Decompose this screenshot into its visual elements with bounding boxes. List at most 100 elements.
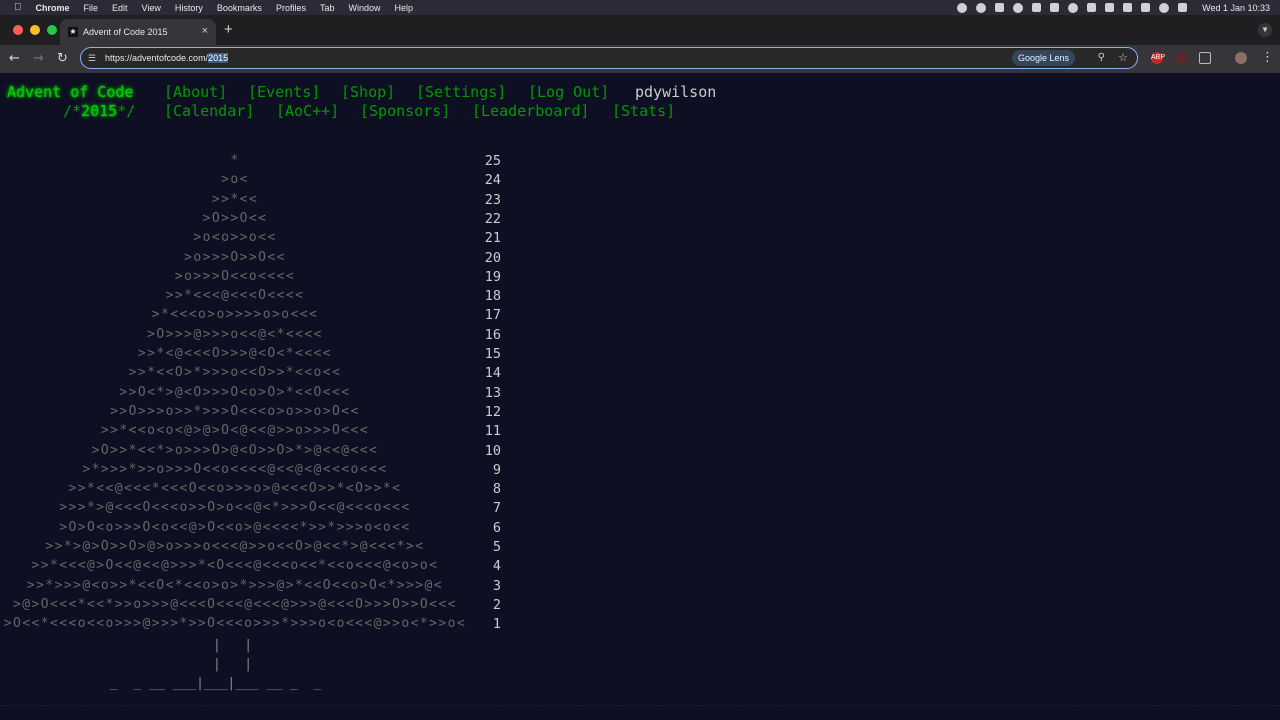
control-center-icon[interactable]: [1178, 3, 1188, 12]
aoc-page: Advent of Code /*2015*/ [About] [Events]…: [0, 73, 1280, 720]
nav-sponsors[interactable]: [Sponsors]: [360, 102, 450, 120]
minimize-window-icon[interactable]: [30, 25, 40, 35]
more-menu-icon[interactable]: ⋮: [1261, 50, 1274, 65]
mute-icon[interactable]: [1105, 3, 1115, 12]
nav-aocpp[interactable]: [AoC++]: [276, 102, 339, 120]
tree-ornament-art: >>*<<<@<<<O<<<<: [165, 288, 305, 304]
url-prefix: https://adventofcode.com/: [105, 53, 209, 63]
tree-trunk-2: | |: [213, 657, 253, 672]
menu-help[interactable]: Help: [394, 3, 413, 13]
tab-strip: ★ Advent of Code 2015 × + ▼: [0, 15, 1280, 45]
tree-ground: _ _ __ ___|___|___ __ _ _: [110, 676, 322, 691]
day-number: 20: [484, 249, 501, 266]
day-number: 15: [484, 346, 501, 362]
grid-icon[interactable]: [1050, 3, 1060, 12]
menu-tab[interactable]: Tab: [320, 3, 335, 13]
nav-stats[interactable]: [Stats]: [612, 102, 675, 120]
address-bar[interactable]: ☰ https://adventofcode.com/2015 Google L…: [80, 47, 1138, 69]
menu-view[interactable]: View: [142, 3, 161, 13]
close-tab-icon[interactable]: ×: [202, 25, 208, 37]
play-icon[interactable]: [1013, 2, 1024, 13]
username-text: pdywilson: [635, 83, 717, 101]
day-number: 22: [484, 210, 501, 227]
reload-icon[interactable]: ↻: [57, 51, 68, 66]
day-number: 19: [484, 268, 501, 285]
tab-search-chevron-icon[interactable]: ▼: [1258, 23, 1272, 37]
day-number: 12: [484, 403, 501, 420]
menu-edit[interactable]: Edit: [112, 3, 128, 13]
profile-avatar[interactable]: [1235, 52, 1247, 64]
spotlight-icon[interactable]: [1159, 2, 1170, 13]
day-number: 10: [484, 442, 501, 459]
new-tab-button[interactable]: +: [224, 21, 233, 38]
bookmark-star-icon[interactable]: ☆: [1118, 51, 1128, 64]
download-icon[interactable]: [995, 3, 1005, 12]
tree-ornament-art: >>*<<<@>O<<@<<@>>>*<O<<<@<<<o<<*<<o<<<@<…: [31, 558, 439, 574]
menu-bookmarks[interactable]: Bookmarks: [217, 3, 262, 13]
one-icon[interactable]: [1032, 3, 1042, 12]
tree-ornament-art: >>O>>>o>>*>>>O<<<o>o>>o>O<<: [110, 403, 360, 419]
day-number: 5: [492, 539, 501, 555]
site-settings-icon[interactable]: ☰: [88, 53, 96, 64]
day-number: 14: [484, 365, 501, 382]
info-icon[interactable]: [1068, 2, 1079, 13]
tree-ornament-art: >>*>@>O>>O>@>o>>>o<<<@>>o<<O>@<<*>@<<<*>…: [45, 539, 425, 554]
day-number: 24: [484, 172, 501, 189]
extension-icon[interactable]: [1175, 52, 1187, 64]
aoc-favicon-icon: ★: [68, 27, 78, 37]
day-number: 4: [492, 558, 501, 575]
year-prefix: /*: [63, 102, 82, 120]
menu-history[interactable]: History: [175, 3, 203, 13]
nav-about[interactable]: [About]: [164, 83, 227, 101]
username: pdywilson: [635, 83, 716, 101]
status-icons: Wed 1 Jan 10:33: [957, 0, 1270, 15]
day-number: 23: [484, 191, 501, 208]
site-title[interactable]: Advent of Code: [7, 83, 133, 101]
tree-ornament-art: >O<<*<<<o<<o>>>@>>>*>>O<<<o>>>*>>>o<o<<<…: [3, 616, 467, 632]
menu-file[interactable]: File: [84, 3, 99, 13]
url-selection: 2015: [208, 53, 229, 63]
ground-line: [0, 705, 1280, 707]
event-year[interactable]: /*2015*/: [63, 102, 135, 120]
nav-events[interactable]: [Events]: [248, 83, 320, 101]
menu-profiles[interactable]: Profiles: [276, 3, 306, 13]
url-text[interactable]: https://adventofcode.com/2015: [105, 53, 229, 63]
back-arrow-icon[interactable]: ←: [9, 51, 20, 66]
nav-calendar[interactable]: [Calendar]: [164, 102, 254, 120]
day-number: 16: [484, 326, 501, 343]
adblock-extension-icon[interactable]: ABP: [1151, 52, 1165, 64]
tree-ornament-art: >o>>>O<<o<<<<: [174, 268, 296, 284]
zoom-icon[interactable]: ⚲: [1098, 52, 1105, 63]
nav-leaderboard[interactable]: [Leaderboard]: [472, 102, 589, 120]
browser-tab[interactable]: ★ Advent of Code 2015 ×: [60, 19, 216, 45]
clock[interactable]: Wed 1 Jan 10:33: [1202, 3, 1270, 13]
tree-ornament-art: >*<<<o>o>>>>o>o<<<: [151, 307, 319, 323]
menu-app-name[interactable]: Chrome: [36, 3, 70, 13]
tree-ornament-art: >>*<<O>*>>>o<<O>>*<<o<<: [128, 365, 342, 381]
day-number: 6: [492, 519, 501, 536]
extensions-puzzle-icon[interactable]: [1199, 52, 1211, 64]
tree-ornament-art: >o>>>O>>O<<: [184, 249, 286, 265]
macos-menu-bar:  Chrome File Edit View History Bookmark…: [0, 0, 1280, 15]
nav-shop[interactable]: [Shop]: [341, 83, 395, 101]
tree-ornament-art: >>O<*>@<O>>>O<o>O>*<<O<<<: [119, 384, 351, 400]
day-number: 17: [484, 307, 501, 324]
close-window-icon[interactable]: [13, 25, 23, 35]
google-lens-button[interactable]: Google Lens: [1011, 50, 1075, 66]
menu-window[interactable]: Window: [348, 3, 380, 13]
wifi-icon[interactable]: [1141, 3, 1151, 12]
forward-arrow-icon[interactable]: →: [33, 51, 44, 66]
zoom-window-icon[interactable]: [47, 25, 57, 35]
tree-ornament-art: *: [230, 153, 240, 168]
tree-ornament-art: >o<o>>o<<: [193, 230, 277, 246]
record-icon[interactable]: [957, 2, 968, 13]
apple-icon[interactable]: : [14, 2, 22, 13]
day-number: 9: [492, 461, 501, 478]
nav-log-out[interactable]: [Log Out]: [528, 83, 609, 101]
nav-settings[interactable]: [Settings]: [416, 83, 506, 101]
bluetooth-icon[interactable]: [1123, 3, 1133, 12]
d-app-icon[interactable]: [976, 2, 987, 13]
keyboard-icon[interactable]: [1087, 3, 1097, 12]
day-number: 18: [484, 288, 501, 305]
tree-ornament-art: >O>>>@>>>o<<@<*<<<<: [147, 326, 323, 342]
